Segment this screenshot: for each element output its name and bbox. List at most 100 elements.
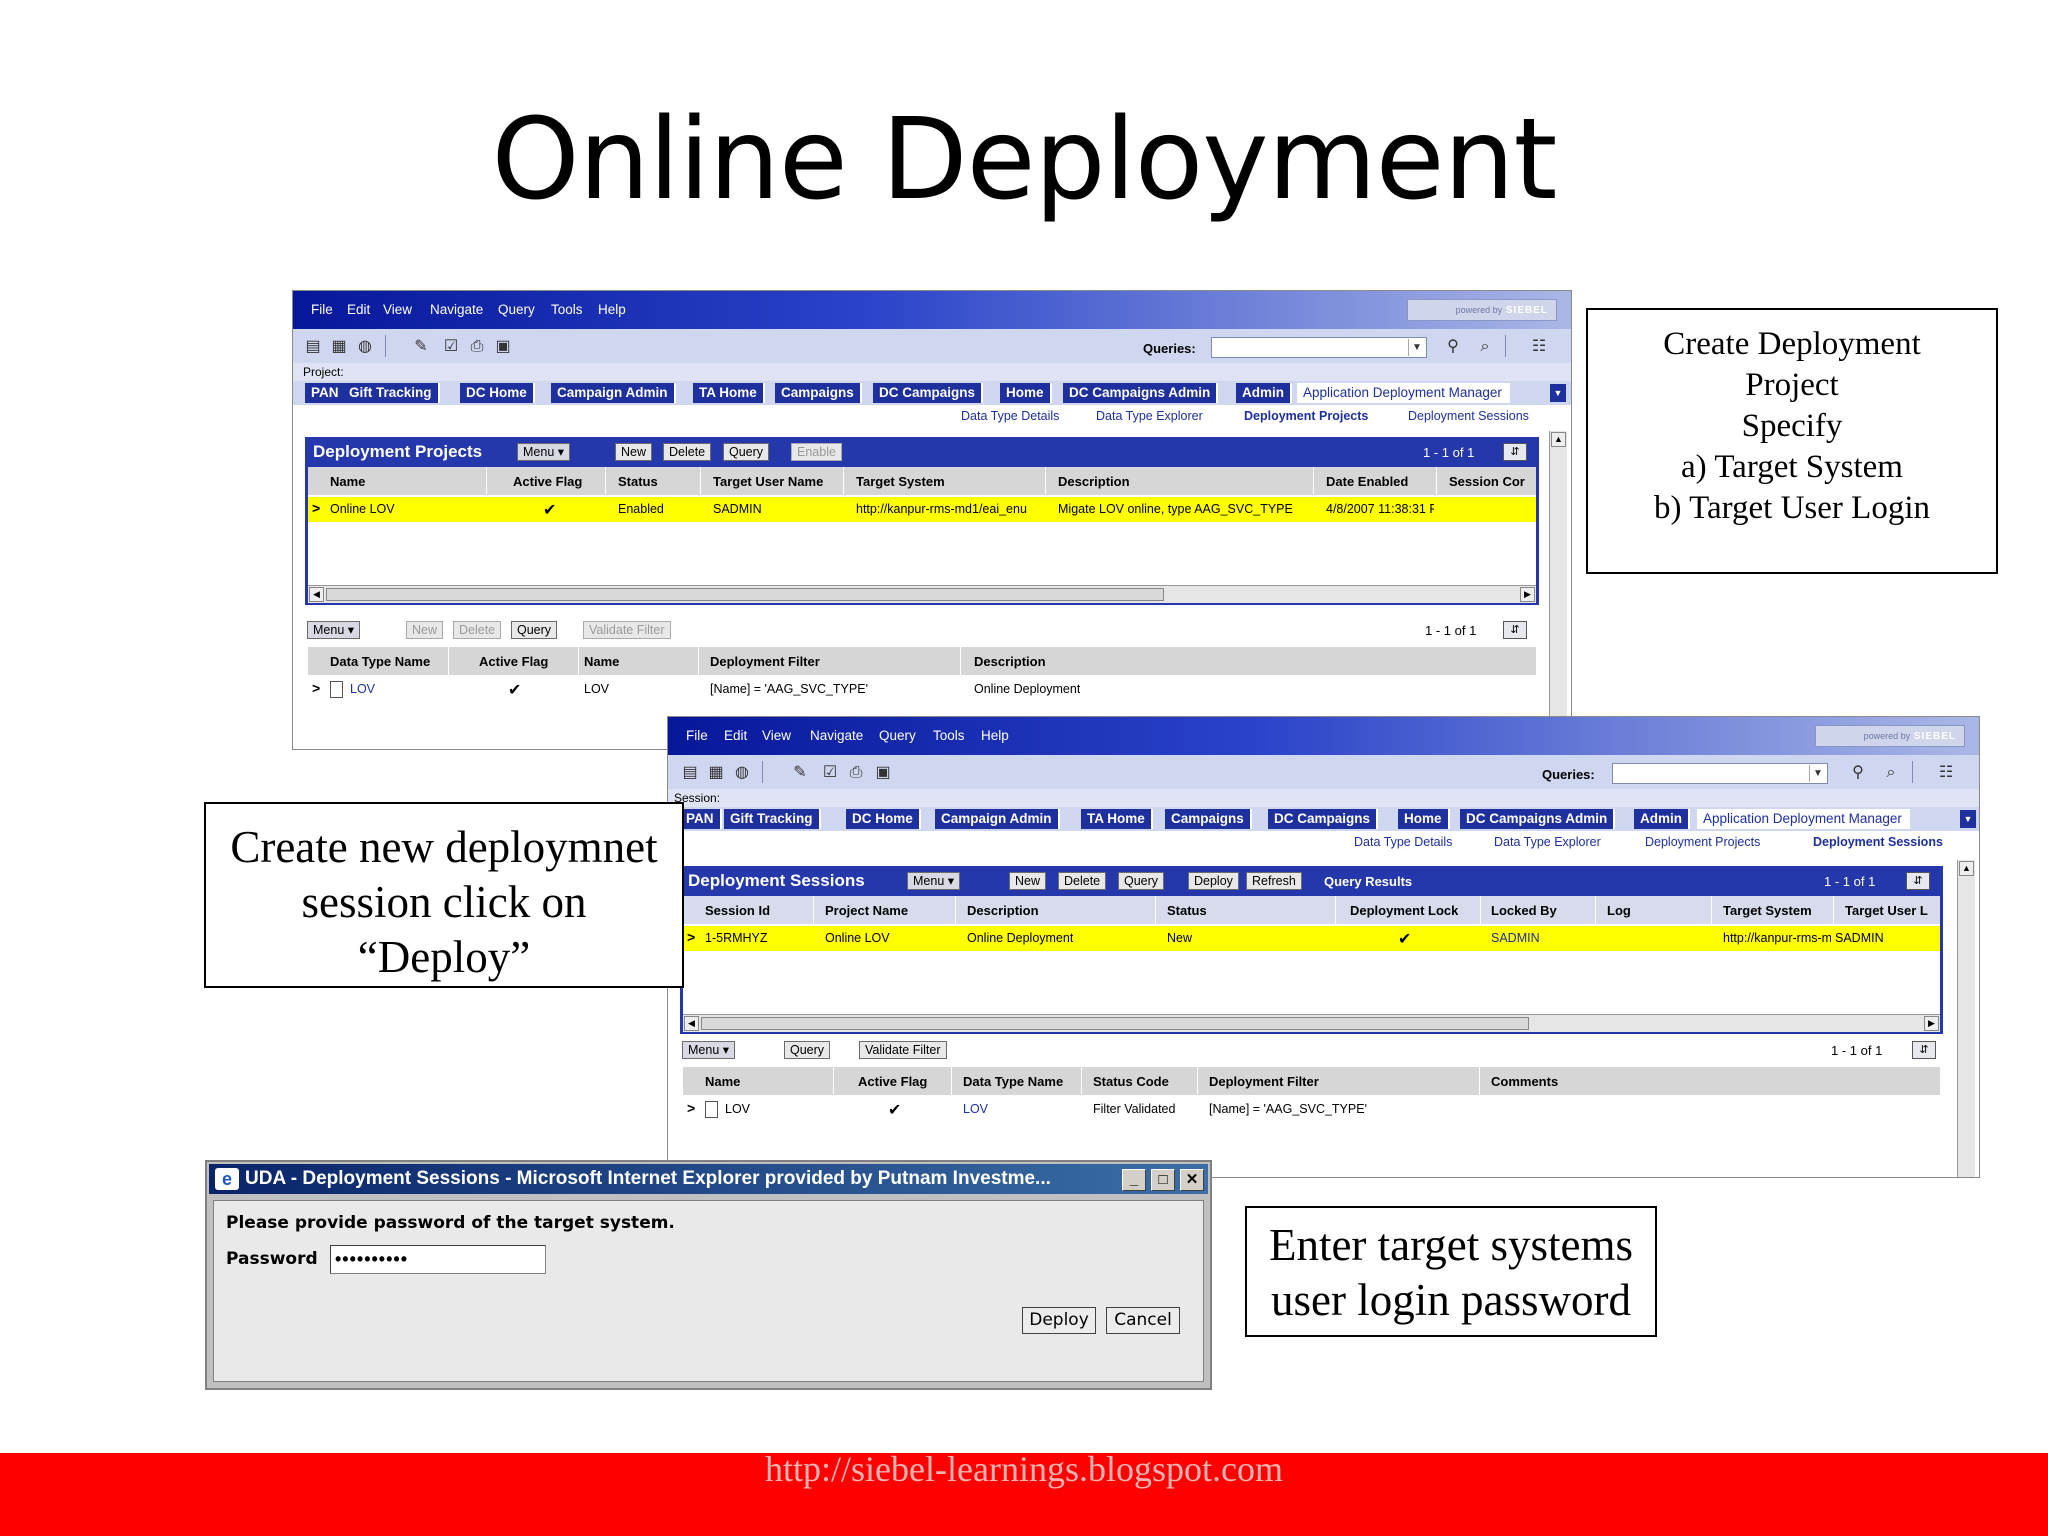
copy-icon[interactable]: ▦ xyxy=(706,763,726,782)
new-record-icon[interactable]: ▤ xyxy=(303,337,323,356)
new-button[interactable]: New xyxy=(1009,872,1047,890)
tab-dc-campaigns-admin[interactable]: DC Campaigns Admin xyxy=(1460,809,1616,829)
col-description[interactable]: Description xyxy=(1058,474,1130,489)
queries-dropdown[interactable]: ▼ xyxy=(1211,337,1427,358)
horizontal-scrollbar[interactable]: ◀ ▶ xyxy=(683,1014,1940,1032)
scroll-thumb[interactable] xyxy=(326,588,1164,601)
globe-icon[interactable]: ◍ xyxy=(732,763,752,782)
close-icon[interactable]: ✕ xyxy=(1180,1169,1204,1191)
table-row[interactable]: > LOV ✔ LOV [Name] = 'AAG_SVC_TYPE' Onli… xyxy=(308,677,1536,702)
page-icon[interactable]: ▣ xyxy=(873,763,893,782)
menu-edit[interactable]: Edit xyxy=(347,302,370,317)
col-description[interactable]: Description xyxy=(974,654,1046,669)
tab-gift-tracking[interactable]: Gift Tracking xyxy=(343,383,440,403)
col-active-flag[interactable]: Active Flag xyxy=(858,1074,927,1089)
subtab-data-type-details[interactable]: Data Type Details xyxy=(961,409,1059,423)
menu-button[interactable]: Menu ▾ xyxy=(517,443,571,461)
deploy-button[interactable]: Deploy xyxy=(1022,1307,1096,1334)
tab-gift-tracking[interactable]: Gift Tracking xyxy=(724,809,821,829)
cell-data-type[interactable]: LOV xyxy=(963,1102,988,1116)
show-more-icon[interactable]: ⇵ xyxy=(1906,872,1930,890)
scroll-left-icon[interactable]: ◀ xyxy=(309,587,324,602)
subtab-deployment-projects[interactable]: Deployment Projects xyxy=(1645,835,1760,849)
tab-campaigns[interactable]: Campaigns xyxy=(1165,809,1252,829)
tab-application-deployment-manager[interactable]: Application Deployment Manager xyxy=(1697,809,1910,829)
menu-button[interactable]: Menu ▾ xyxy=(307,621,361,639)
show-more-icon[interactable]: ⇵ xyxy=(1503,621,1527,639)
validate-filter-button[interactable]: Validate Filter xyxy=(859,1041,947,1059)
tab-admin[interactable]: Admin xyxy=(1634,809,1690,829)
globe-icon[interactable]: ◍ xyxy=(355,337,375,356)
menu-help[interactable]: Help xyxy=(598,302,626,317)
col-data-type-name[interactable]: Data Type Name xyxy=(330,654,430,669)
col-active-flag[interactable]: Active Flag xyxy=(513,474,582,489)
col-status[interactable]: Status xyxy=(1167,903,1207,918)
tab-dc-home[interactable]: DC Home xyxy=(460,383,535,403)
col-name[interactable]: Name xyxy=(705,1074,740,1089)
tab-home[interactable]: Home xyxy=(1398,809,1450,829)
chevron-down-icon[interactable]: ▼ xyxy=(1809,765,1826,782)
col-deployment-filter[interactable]: Deployment Filter xyxy=(710,654,820,669)
delete-button[interactable]: Delete xyxy=(1058,872,1107,890)
minimize-icon[interactable]: _ xyxy=(1122,1169,1146,1191)
menu-navigate[interactable]: Navigate xyxy=(810,728,863,743)
col-name[interactable]: Name xyxy=(584,654,619,669)
col-project-name[interactable]: Project Name xyxy=(825,903,908,918)
binoculars-icon[interactable]: ☷ xyxy=(1936,763,1956,782)
col-date-enabled[interactable]: Date Enabled xyxy=(1326,474,1408,489)
print-icon[interactable]: ⎙ xyxy=(846,763,866,782)
menu-edit[interactable]: Edit xyxy=(724,728,747,743)
page-icon[interactable]: ▣ xyxy=(493,337,513,356)
query-button[interactable]: Query xyxy=(723,443,770,461)
subtab-data-type-explorer[interactable]: Data Type Explorer xyxy=(1494,835,1601,849)
refresh-button[interactable]: Refresh xyxy=(1246,872,1302,890)
col-log[interactable]: Log xyxy=(1607,903,1631,918)
tab-pan[interactable]: PAN xyxy=(680,809,722,829)
subtab-deployment-sessions[interactable]: Deployment Sessions xyxy=(1813,835,1943,849)
copy-icon[interactable]: ▦ xyxy=(329,337,349,356)
col-session[interactable]: Session Cor xyxy=(1449,474,1533,489)
col-target-system[interactable]: Target System xyxy=(1723,903,1812,918)
col-active-flag[interactable]: Active Flag xyxy=(479,654,548,669)
maximize-icon[interactable]: □ xyxy=(1151,1169,1175,1191)
tab-campaigns[interactable]: Campaigns xyxy=(775,383,862,403)
new-button[interactable]: New xyxy=(615,443,653,461)
cell-session-id[interactable]: 1-5RMHYZ xyxy=(705,931,768,945)
query-button[interactable]: Query xyxy=(511,621,558,639)
menu-navigate[interactable]: Navigate xyxy=(430,302,483,317)
tab-dc-campaigns-admin[interactable]: DC Campaigns Admin xyxy=(1063,383,1219,403)
menu-file[interactable]: File xyxy=(686,728,708,743)
col-deployment-filter[interactable]: Deployment Filter xyxy=(1209,1074,1319,1089)
col-data-type-name[interactable]: Data Type Name xyxy=(963,1074,1063,1089)
col-description[interactable]: Description xyxy=(967,903,1039,918)
menu-query[interactable]: Query xyxy=(879,728,916,743)
tab-home[interactable]: Home xyxy=(1000,383,1052,403)
query-button[interactable]: Query xyxy=(1118,872,1165,890)
menu-tools[interactable]: Tools xyxy=(551,302,583,317)
password-input[interactable]: •••••••••• xyxy=(330,1245,546,1274)
subtab-deployment-sessions[interactable]: Deployment Sessions xyxy=(1408,409,1529,423)
table-row[interactable]: > 1-5RMHYZ Online LOV Online Deployment … xyxy=(683,926,1940,951)
menu-help[interactable]: Help xyxy=(981,728,1009,743)
checkbox-icon[interactable]: ☑ xyxy=(441,337,461,356)
new-record-icon[interactable]: ▤ xyxy=(680,763,700,782)
tab-application-deployment-manager[interactable]: Application Deployment Manager xyxy=(1297,383,1510,403)
scroll-up-icon[interactable]: ▲ xyxy=(1551,432,1566,447)
col-session-id[interactable]: Session Id xyxy=(705,903,770,918)
tab-campaign-admin[interactable]: Campaign Admin xyxy=(935,809,1060,829)
menu-button[interactable]: Menu ▾ xyxy=(907,872,961,890)
col-name[interactable]: Name xyxy=(330,474,365,489)
tab-admin[interactable]: Admin xyxy=(1236,383,1292,403)
scroll-up-icon[interactable]: ▲ xyxy=(1959,861,1974,876)
menu-query[interactable]: Query xyxy=(498,302,535,317)
edit-icon[interactable]: ✎ xyxy=(411,337,431,356)
chevron-down-icon[interactable]: ▼ xyxy=(1960,810,1976,828)
show-more-icon[interactable]: ⇵ xyxy=(1503,443,1527,461)
vertical-scrollbar[interactable]: ▲ xyxy=(1957,860,1975,1177)
validate-filter-button[interactable]: Validate Filter xyxy=(583,621,671,639)
scroll-left-icon[interactable]: ◀ xyxy=(684,1016,699,1031)
subtab-data-type-explorer[interactable]: Data Type Explorer xyxy=(1096,409,1203,423)
col-target-user[interactable]: Target User L xyxy=(1845,903,1937,918)
new-button[interactable]: New xyxy=(406,621,444,639)
scroll-thumb[interactable] xyxy=(701,1017,1529,1030)
